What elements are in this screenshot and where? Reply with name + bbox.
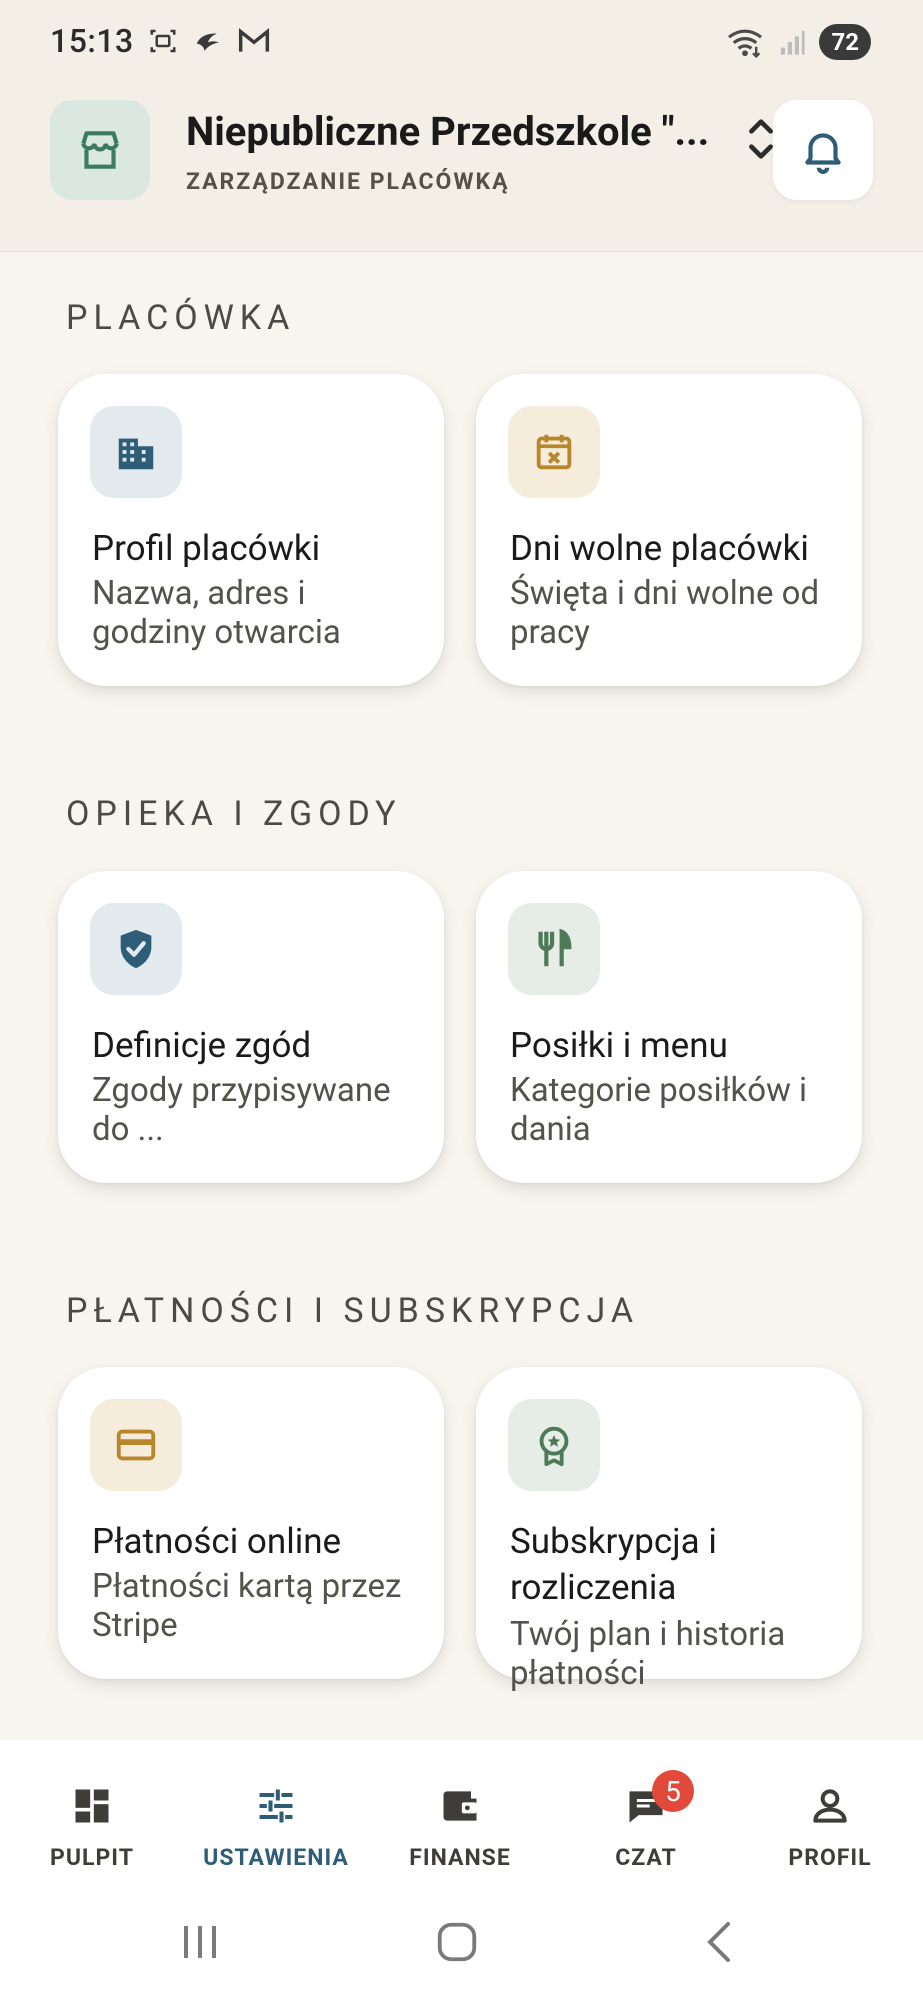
card-definicje-zgod[interactable]: Definicje zgód Zgody przypisywane do ...	[58, 871, 444, 1183]
nav-ustawienia[interactable]: USTAWIENIA	[184, 1780, 368, 1871]
card-icon-box	[90, 903, 182, 995]
shield-check-icon	[120, 929, 152, 969]
nav-label: CZAT	[615, 1844, 677, 1871]
storefront-icon	[81, 131, 119, 169]
card-icon-box	[90, 1399, 182, 1491]
credit-card-icon	[116, 1429, 156, 1461]
card-description: Święta i dni wolne od pracy	[510, 574, 820, 652]
card-icon-box	[508, 406, 600, 498]
card-description: Płatności kartą przez Stripe	[92, 1567, 402, 1645]
nav-czat[interactable]: 5 CZAT	[554, 1770, 738, 1871]
wallet-icon	[443, 1791, 477, 1821]
institution-subtitle: ZARZĄDZANIE PLACÓWKĄ	[186, 168, 510, 195]
gmail-icon	[238, 28, 270, 52]
nav-label: PULPIT	[50, 1844, 134, 1871]
nav-label: PROFIL	[788, 1844, 872, 1871]
wifi-icon	[728, 29, 763, 58]
back-icon[interactable]	[700, 1918, 736, 1966]
nav-finanse[interactable]: FINANSE	[368, 1780, 552, 1871]
card-posilki-i-menu[interactable]: Posiłki i menu Kategorie posiłków i dani…	[476, 871, 862, 1183]
system-navigation-bar	[0, 1890, 923, 1999]
card-description: Nazwa, adres i godziny otwarcia	[92, 574, 341, 652]
card-platnosci-online[interactable]: Płatności online Płatności kartą przez S…	[58, 1367, 444, 1679]
institution-logo	[50, 100, 150, 200]
signal-icon	[781, 30, 806, 55]
recent-apps-icon[interactable]	[178, 1918, 222, 1966]
calendar-x-icon	[536, 434, 572, 470]
card-title: Definicje zgód	[92, 1025, 312, 1066]
section-title-opieka-i-zgody: OPIEKA I ZGODY	[66, 794, 402, 834]
person-icon	[813, 1789, 847, 1823]
card-profil-placowki[interactable]: Profil placówki Nazwa, adres i godziny o…	[58, 374, 444, 686]
section-title-placowka: PLACÓWKA	[66, 298, 296, 338]
award-icon	[539, 1426, 569, 1467]
bottom-navigation: PULPIT USTAWIENIA FINANSE 5 CZAT PROFIL	[0, 1740, 923, 1890]
card-icon-box	[90, 406, 182, 498]
notifications-button[interactable]	[773, 100, 873, 200]
card-title: Posiłki i menu	[510, 1025, 728, 1066]
screenshot-icon	[150, 29, 176, 53]
app-header: Niepubliczne Przedszkole "... ZARZĄDZANI…	[0, 88, 923, 252]
card-description: Zgody przypisywane do ...	[92, 1071, 391, 1149]
unread-badge: 5	[652, 1770, 694, 1812]
sliders-icon	[259, 1789, 293, 1823]
status-bar: 15:13 72	[0, 0, 923, 88]
card-title: Profil placówki	[92, 528, 321, 569]
notification-icons	[148, 26, 270, 56]
nav-profil[interactable]: PROFIL	[738, 1780, 922, 1871]
home-icon[interactable]	[434, 1918, 480, 1966]
card-icon-box	[508, 903, 600, 995]
building-icon	[118, 438, 154, 470]
nav-label: FINANSE	[409, 1844, 511, 1871]
section-title-platnosci: PŁATNOŚCI I SUBSKRYPCJA	[66, 1291, 640, 1331]
battery-indicator: 72	[819, 24, 871, 60]
bell-icon	[805, 133, 841, 174]
system-status-icons: 72	[725, 24, 871, 60]
status-time: 15:13	[50, 22, 134, 60]
card-description: Kategorie posiłków i dania	[510, 1071, 808, 1149]
card-subskrypcja[interactable]: Subskrypcja i rozliczenia Twój plan i hi…	[476, 1367, 862, 1693]
dashboard-icon	[75, 1789, 109, 1823]
nav-pulpit[interactable]: PULPIT	[0, 1780, 184, 1871]
card-dni-wolne[interactable]: Dni wolne placówki Święta i dni wolne od…	[476, 374, 862, 686]
utensils-icon	[538, 928, 572, 967]
card-title: Dni wolne placówki	[510, 528, 809, 569]
card-title: Subskrypcja i rozliczenia	[510, 1521, 717, 1608]
card-description: Twój plan i historia płatności	[510, 1615, 786, 1693]
nav-label: USTAWIENIA	[203, 1844, 349, 1871]
card-icon-box	[508, 1399, 600, 1491]
app-notification-icon	[196, 33, 220, 51]
institution-name[interactable]: Niepubliczne Przedszkole "...	[186, 108, 726, 155]
card-title: Płatności online	[92, 1521, 342, 1562]
